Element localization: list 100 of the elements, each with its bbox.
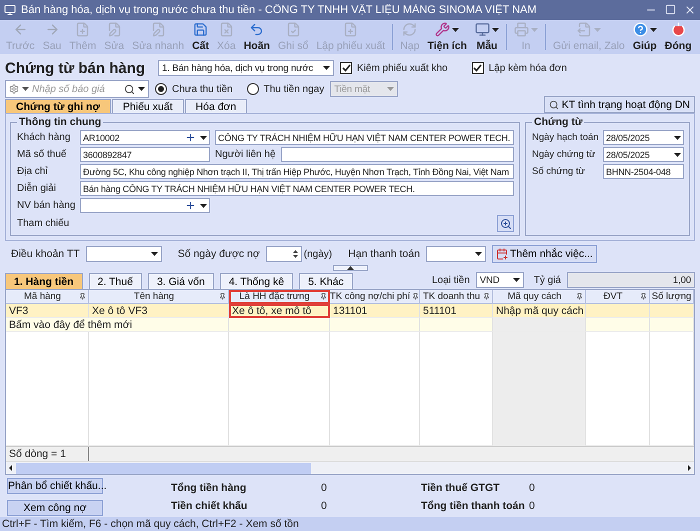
check-status-button[interactable]: KT tình trạng hoạt động DN bbox=[544, 96, 695, 113]
wrench-icon bbox=[435, 22, 450, 37]
caret-icon bbox=[674, 152, 681, 156]
caret-icon bbox=[22, 87, 29, 91]
field-label: Tham chiếu bbox=[17, 218, 70, 229]
dropdown-field[interactable] bbox=[86, 246, 162, 262]
field-label: Diễn giải bbox=[17, 183, 57, 194]
tab[interactable]: 2. Thuế bbox=[88, 273, 142, 289]
app-icon bbox=[4, 4, 16, 16]
checkbox[interactable] bbox=[340, 62, 352, 74]
table-cell bbox=[586, 318, 650, 332]
page-title: Chứng từ bán hàng bbox=[5, 60, 146, 76]
toolbar-button[interactable]: Cất bbox=[188, 20, 214, 54]
table-cell: Xe ô tô, xe mô tô bbox=[229, 304, 330, 318]
column-header[interactable]: TK doanh thu bbox=[420, 290, 493, 304]
table-cell bbox=[586, 304, 650, 318]
group-title: Thông tin chung bbox=[18, 116, 102, 128]
add-row-hint[interactable]: Bấm vào đây để thêm mới bbox=[6, 318, 229, 332]
description-field[interactable]: Bán hàng CÔNG TY TRÁCH NHIỆM HỮU HẠN VIỆT NAM CENTER POWER TECH. bbox=[80, 181, 514, 196]
date-field[interactable]: 28/05/2025 bbox=[603, 147, 684, 162]
maximize-icon[interactable] bbox=[665, 4, 676, 15]
salesperson-field[interactable] bbox=[80, 198, 210, 213]
tab[interactable]: Chứng từ ghi nợ bbox=[5, 99, 111, 113]
document-plus-icon bbox=[343, 22, 358, 37]
toolbar-button[interactable]: Mẫu bbox=[470, 20, 503, 54]
caret-icon bbox=[674, 136, 681, 140]
spin-arrows-icon bbox=[292, 249, 298, 259]
field-label: Mã số thuế bbox=[17, 149, 68, 160]
column-header[interactable]: ĐVT bbox=[586, 290, 650, 304]
plus-icon bbox=[185, 200, 196, 211]
tax-code-field[interactable]: 3600892847 bbox=[80, 147, 210, 162]
checkbox[interactable] bbox=[472, 62, 484, 74]
customer-code-field[interactable]: AR10002 bbox=[80, 130, 210, 145]
document-edit-icon bbox=[106, 22, 122, 37]
toolbar-button[interactable]: Hoãn bbox=[240, 20, 274, 54]
pin-icon bbox=[412, 293, 420, 300]
gear-icon bbox=[9, 84, 19, 94]
caret-icon bbox=[512, 278, 520, 282]
collapse-button[interactable] bbox=[332, 265, 368, 271]
spin-field[interactable] bbox=[266, 246, 302, 262]
total-label: Tiền chiết khấu bbox=[171, 500, 248, 512]
toolbar-button[interactable]: Giúp bbox=[628, 20, 661, 54]
tab[interactable]: 1. Hàng tiền bbox=[5, 273, 83, 289]
field-label: Người liên hệ bbox=[215, 149, 276, 160]
total-label: Tổng tiền hàng bbox=[171, 482, 248, 494]
caret-icon bbox=[138, 87, 145, 91]
pin-icon bbox=[482, 293, 490, 300]
toolbar-button[interactable]: Đóng bbox=[660, 20, 696, 54]
table-cell: 131101 bbox=[330, 304, 420, 318]
caret-icon bbox=[594, 28, 601, 32]
total-label: Tiền thuế GTGT bbox=[421, 482, 501, 494]
tab[interactable]: 5. Khác bbox=[299, 273, 353, 289]
footer-button[interactable]: Xem công nợ bbox=[7, 500, 103, 516]
contact-field[interactable] bbox=[280, 147, 514, 162]
zoom-in-button[interactable] bbox=[497, 215, 514, 232]
toolbar-button[interactable]: Tiện ích bbox=[423, 20, 471, 54]
field-label: Hạn thanh toán bbox=[348, 248, 420, 260]
column-header[interactable]: Tên hàng bbox=[89, 290, 229, 304]
add-reminder-button[interactable]: Thêm nhắc việc... bbox=[492, 245, 597, 263]
tab[interactable]: Phiếu xuất bbox=[112, 99, 184, 113]
caret-icon bbox=[530, 28, 538, 32]
document-edit-icon bbox=[150, 22, 166, 37]
radio-button[interactable] bbox=[246, 83, 259, 95]
voucher-number-field[interactable]: BHNN-2504-048 bbox=[603, 164, 684, 179]
currency-select[interactable]: VND bbox=[476, 272, 524, 288]
tab[interactable]: Hóa đơn bbox=[184, 99, 248, 113]
address-field[interactable]: Đường 5C, Khu công nghiệp Nhơn trạch II, Thị trấn Hiệp Phước, Huyện Nhơn Trạch, Tỉnh Đồng Nai, Việt Nam bbox=[80, 164, 514, 179]
field-label: Ngày chứng từ bbox=[532, 149, 596, 160]
document-delete-icon bbox=[218, 22, 234, 37]
voucher-type-select[interactable]: 1. Bán hàng hóa, dịch vụ trong nước bbox=[158, 60, 334, 76]
customer-name-field[interactable]: CÔNG TY TRÁCH NHIỆM HỮU HẠN VIỆT NAM CENTER POWER TECH. bbox=[215, 130, 514, 145]
exchange-rate-field[interactable]: 1,00 bbox=[567, 272, 695, 288]
table-cell bbox=[650, 304, 694, 318]
date-field[interactable]: 28/05/2025 bbox=[603, 130, 684, 145]
unit-label: (ngày) bbox=[304, 248, 332, 260]
column-header[interactable]: Là HH đặc trưng bbox=[229, 290, 330, 304]
radio-button[interactable] bbox=[155, 83, 167, 95]
caret-icon bbox=[150, 252, 158, 256]
group-title: Chứng từ bbox=[533, 116, 584, 128]
close-icon[interactable] bbox=[684, 4, 696, 16]
column-header[interactable]: Số lượng bbox=[650, 290, 694, 304]
column-header[interactable]: TK công nợ/chi phí bbox=[330, 290, 420, 304]
table-cell: Nhập mã quy cách bbox=[493, 304, 586, 318]
caret-icon bbox=[474, 252, 482, 256]
horizontal-scrollbar[interactable] bbox=[6, 461, 694, 474]
dropdown-field[interactable] bbox=[426, 246, 486, 262]
undo-icon bbox=[249, 22, 264, 37]
refresh-icon bbox=[402, 22, 418, 37]
column-header[interactable]: Mã quy cách bbox=[493, 290, 586, 304]
tab[interactable]: 4. Thống kê bbox=[220, 273, 294, 289]
document-plus-icon bbox=[75, 22, 90, 37]
table-cell: Xe ô tô VF3 bbox=[89, 304, 229, 318]
power-icon bbox=[670, 22, 686, 37]
field-label: Số ngày được nợ bbox=[178, 248, 260, 260]
tab[interactable]: 3. Giá vốn bbox=[148, 273, 214, 289]
search-icon bbox=[124, 84, 135, 94]
table-cell: 511101 bbox=[420, 304, 493, 318]
column-header[interactable]: Mã hàng bbox=[6, 290, 89, 304]
field-label: NV bán hàng bbox=[17, 200, 75, 211]
pin-icon bbox=[640, 293, 647, 300]
